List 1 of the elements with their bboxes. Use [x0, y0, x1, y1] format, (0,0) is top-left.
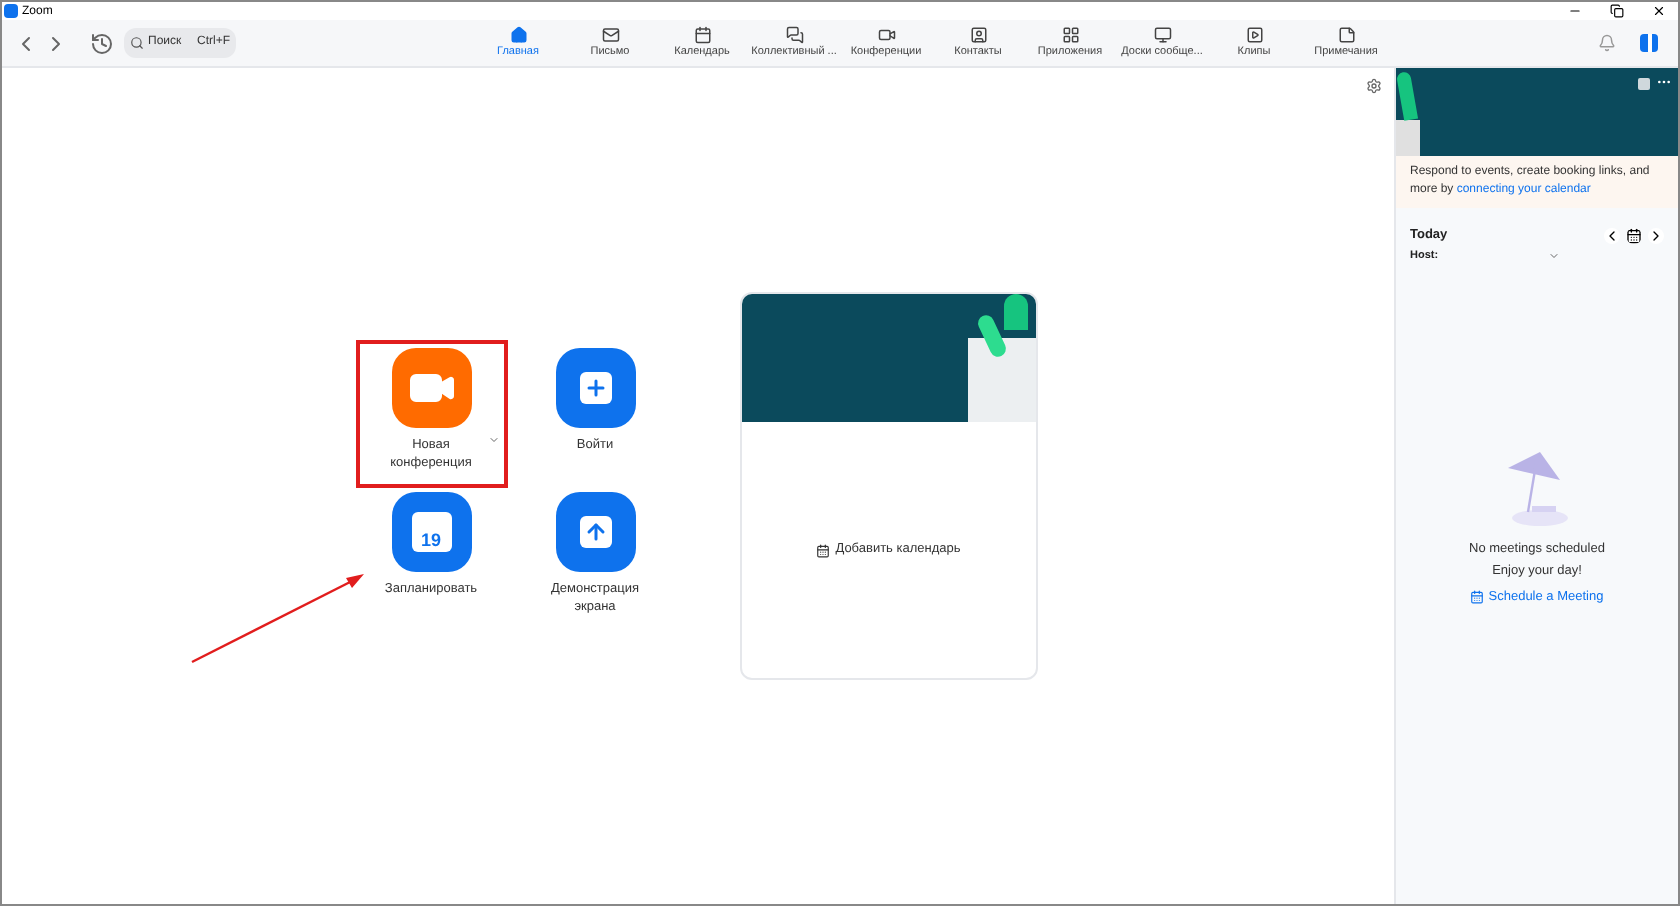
calendar-icon: 19 [411, 512, 451, 552]
